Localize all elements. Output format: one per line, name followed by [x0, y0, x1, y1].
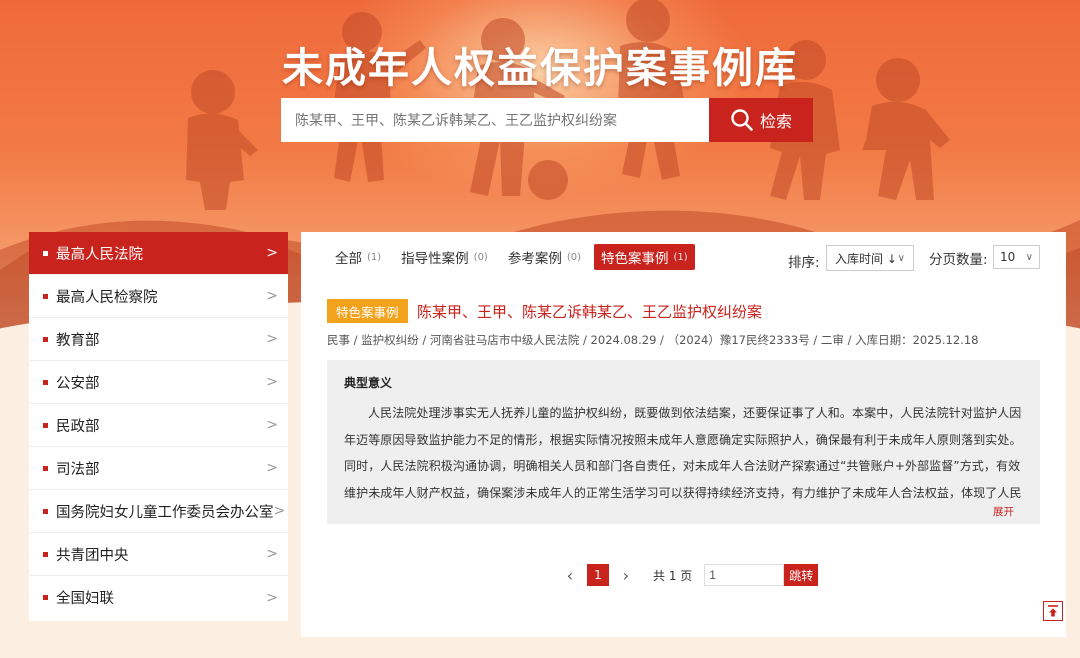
sidebar-item-public-security[interactable]: 公安部 > — [29, 361, 288, 404]
sidebar-item-label: 司法部 — [56, 461, 100, 478]
search-button-label: 检索 — [759, 112, 792, 131]
tab-label: 指导性案例 — [401, 251, 469, 267]
chevron-right-icon: > — [266, 331, 278, 347]
page-jump-button[interactable]: 跳转 — [784, 564, 819, 586]
tab-guiding-cases[interactable]: 指导性案例 (0) — [394, 244, 495, 270]
tab-label: 特色案事例 — [601, 251, 669, 267]
back-to-top-icon — [1048, 605, 1058, 617]
case-metadata: 民事 / 监护权纠纷 / 河南省驻马店市中级人民法院 / 2024.08.29 … — [327, 333, 979, 347]
sidebar-item-label: 全国妇联 — [56, 591, 114, 607]
sort-value: 入库时间 ↓ — [835, 251, 897, 266]
bullet-icon — [43, 422, 48, 428]
tab-count: (0) — [566, 251, 582, 263]
bullet-icon — [43, 508, 48, 514]
sidebar-item-supreme-court[interactable]: 最高人民法院 > — [29, 232, 288, 275]
main-content: 全部 (1) 指导性案例 (0) 参考案例 (0) 特色案事例 (1) 排序: … — [301, 232, 1066, 637]
chevron-right-icon: > — [273, 503, 286, 519]
sidebar-item-women-children-committee[interactable]: 国务院妇女儿童工作委员会办公室 > — [29, 490, 288, 533]
sidebar-item-womens-federation[interactable]: 全国妇联 > — [29, 576, 288, 619]
sort-select[interactable]: 入库时间 ↓ ∨ — [826, 245, 914, 271]
bullet-icon — [43, 336, 48, 342]
bullet-icon — [43, 250, 48, 256]
pagination: ‹ 1 › 共 1 页 跳转 — [559, 564, 819, 586]
sidebar-item-justice[interactable]: 司法部 > — [29, 447, 288, 490]
sidebar-item-label: 民政部 — [56, 418, 100, 435]
total-pages: 共 1 页 — [653, 568, 693, 583]
bullet-icon — [43, 595, 48, 600]
search-icon — [731, 109, 753, 131]
sort-label: 排序: — [788, 255, 820, 271]
next-page-button[interactable]: › — [615, 566, 637, 585]
sidebar-item-label: 教育部 — [56, 332, 100, 349]
bullet-icon — [43, 551, 48, 557]
sidebar-item-label: 最高人民检察院 — [56, 289, 158, 306]
chevron-right-icon: > — [266, 460, 278, 476]
tab-count: (1) — [673, 251, 688, 263]
sidebar-item-label: 国务院妇女儿童工作委员会办公室 — [56, 504, 274, 521]
sidebar-item-civil-affairs[interactable]: 民政部 > — [29, 404, 288, 447]
summary-heading: 典型意义 — [344, 376, 393, 390]
category-tabs: 全部 (1) 指导性案例 (0) 参考案例 (0) 特色案事例 (1) — [328, 244, 695, 270]
sidebar-item-ministry-education[interactable]: 教育部 > — [29, 318, 288, 361]
prev-page-button[interactable]: ‹ — [559, 566, 581, 585]
sidebar-item-youth-league[interactable]: 共青团中央 > — [29, 533, 288, 576]
search-input[interactable] — [281, 98, 709, 142]
tab-reference-cases[interactable]: 参考案例 (0) — [501, 244, 588, 270]
summary-text: 人民法院处理涉事实无人抚养儿童的监护权纠纷，既要做到依法结案，还要保证事了人和。… — [344, 406, 1022, 500]
tab-count: (1) — [367, 251, 382, 263]
page-size-label: 分页数量: — [929, 252, 988, 268]
page-jump-input[interactable] — [704, 564, 785, 586]
search-button[interactable]: 检索 — [709, 98, 813, 142]
chevron-right-icon: > — [266, 374, 278, 390]
sidebar: 最高人民法院 > 最高人民检察院 > 教育部 > 公安部 > 民政部 > 司法部… — [29, 232, 288, 621]
page-number-current[interactable]: 1 — [587, 564, 609, 586]
bullet-icon — [43, 465, 48, 471]
case-summary-box: 典型意义 人民法院处理涉事实无人抚养儿童的监护权纠纷，既要做到依法结案，还要保证… — [327, 360, 1040, 524]
chevron-right-icon: > — [266, 245, 278, 261]
chevron-right-icon: > — [266, 417, 278, 433]
chevron-down-icon: ∨ — [897, 252, 905, 264]
page-size-select[interactable]: 10 ∨ — [993, 245, 1040, 269]
chevron-right-icon: > — [266, 288, 278, 304]
tab-featured-cases[interactable]: 特色案事例 (1) — [594, 244, 695, 270]
tab-count: (0) — [473, 251, 488, 263]
sidebar-item-supreme-procuratorate[interactable]: 最高人民检察院 > — [29, 275, 288, 318]
tab-label: 全部 — [335, 251, 362, 267]
chevron-right-icon: > — [266, 546, 278, 562]
case-type-badge: 特色案事例 — [327, 299, 408, 323]
chevron-down-icon: ∨ — [1025, 251, 1033, 263]
bullet-icon — [43, 379, 48, 385]
expand-link[interactable]: 展开 — [993, 504, 1014, 519]
site-title: 未成年人权益保护案事例库 — [282, 44, 798, 92]
back-to-top-button[interactable] — [1043, 601, 1063, 621]
bullet-icon — [43, 293, 48, 299]
case-title-link[interactable]: 陈某甲、王甲、陈某乙诉韩某乙、王乙监护权纠纷案 — [417, 301, 762, 322]
tab-all[interactable]: 全部 (1) — [328, 244, 388, 270]
sidebar-item-label: 共青团中央 — [56, 547, 129, 564]
sidebar-item-label: 最高人民法院 — [56, 246, 143, 263]
chevron-right-icon: > — [266, 589, 278, 606]
tab-label: 参考案例 — [507, 251, 562, 267]
page-size-value: 10 — [1000, 250, 1016, 264]
sidebar-item-label: 公安部 — [56, 375, 100, 392]
